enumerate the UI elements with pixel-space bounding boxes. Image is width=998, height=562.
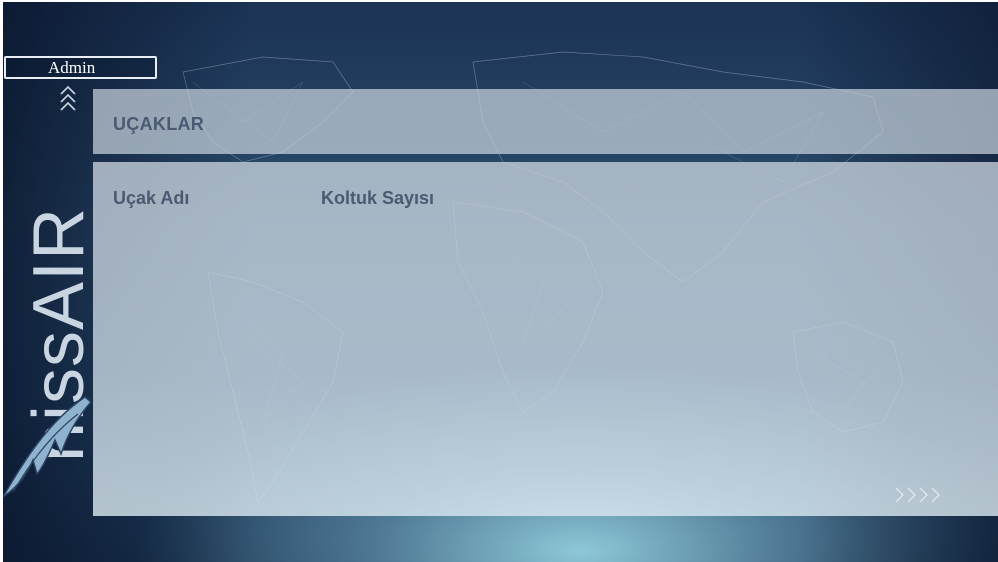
admin-label: Admin <box>48 58 96 77</box>
column-header-aircraft-name[interactable]: Uçak Adı <box>113 188 189 209</box>
column-header-seat-count[interactable]: Koltuk Sayısı <box>321 188 434 209</box>
aircraft-table: Uçak Adı Koltuk Sayısı <box>93 162 998 516</box>
chevron-double-up-icon[interactable] <box>57 82 79 116</box>
header-panel: UÇAKLAR <box>93 89 998 154</box>
chevron-quad-right-icon[interactable] <box>892 484 946 506</box>
admin-user-button[interactable]: Admin <box>4 56 157 79</box>
app-window: Admin nissAIR UÇAKLAR Uçak Adı Koltuk Sa… <box>3 2 998 562</box>
page-title: UÇAKLAR <box>113 114 205 134</box>
nissair-logo: nissAIR <box>3 207 95 498</box>
